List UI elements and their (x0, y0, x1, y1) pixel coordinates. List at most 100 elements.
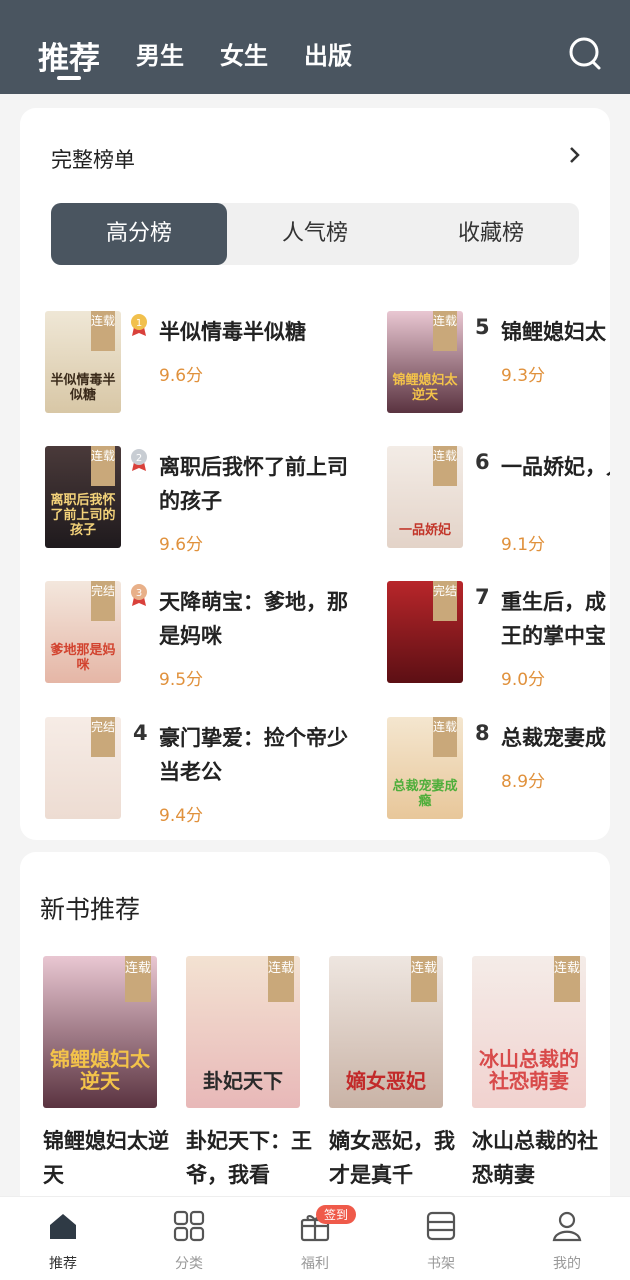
status-tag: 连载 (433, 446, 457, 486)
new-books-card: 新书推荐 锦鲤媳妇太逆天 连载 锦鲤媳妇太逆天 卦妃天下 连载 卦妃天下：王爷，… (20, 852, 610, 1212)
tab-publish[interactable]: 出版 (304, 36, 352, 71)
nav-label: 书架 (427, 1256, 455, 1272)
book-score: 9.1分 (501, 535, 546, 555)
status-tag: 连载 (411, 956, 437, 1002)
status-tag: 连载 (554, 956, 580, 1002)
book-title: 重生后，成王的掌中宝 (501, 590, 606, 648)
book-score: 9.0分 (501, 670, 546, 690)
cover-title: 爹地那是妈咪 (50, 643, 116, 673)
rank-number: 5 (475, 315, 490, 339)
book-title: 冰山总裁的社恐萌妻 (472, 1129, 598, 1187)
segment-popular[interactable]: 人气榜 (227, 203, 403, 265)
ranking-card: 完整榜单 高分榜 人气榜 收藏榜 半似情毒半似糖 连载 1 半似情毒半似糖 9.… (20, 108, 610, 840)
book-title: 卦妃天下：王爷，我看 (186, 1129, 312, 1187)
nav-category[interactable]: 分类 (126, 1197, 252, 1280)
grid-icon (173, 1210, 205, 1242)
book-cover: 总裁宠妻成瘾 连载 (387, 717, 463, 819)
new-book-item[interactable]: 冰山总裁的社恐萌妻 连载 冰山总裁的社恐萌妻 (472, 956, 598, 1192)
cover-title: 半似情毒半似糖 (50, 373, 116, 403)
user-icon (552, 1211, 582, 1242)
book-title: 一品娇妃，人宠妻忙 (501, 455, 610, 479)
book-cover: 冰山总裁的社恐萌妻 连载 (472, 956, 586, 1108)
rank-number: 8 (475, 721, 490, 745)
nav-label: 福利 (301, 1256, 329, 1272)
book-title: 锦鲤媳妇太逆天 (43, 1129, 169, 1187)
tab-indicator (57, 76, 81, 80)
cover-title: 一品娇妃 (398, 523, 451, 538)
bookshelf-icon (426, 1211, 456, 1241)
svg-text:3: 3 (136, 588, 142, 599)
book-cover: 嫡女恶妃 连载 (329, 956, 443, 1108)
status-tag: 连载 (433, 717, 457, 757)
ranking-item[interactable]: 离职后我怀了前上司的孩子 连载 2 离职后我怀了前上司的孩子 9.6分 (45, 446, 348, 556)
segment-high-score[interactable]: 高分榜 (51, 203, 227, 265)
book-score: 9.3分 (501, 366, 546, 386)
book-cover: 一品娇妃 连载 (387, 446, 463, 548)
new-book-item[interactable]: 锦鲤媳妇太逆天 连载 锦鲤媳妇太逆天 (43, 956, 169, 1192)
new-book-item[interactable]: 卦妃天下 连载 卦妃天下：王爷，我看 (186, 956, 312, 1192)
book-cover: 离职后我怀了前上司的孩子 连载 (45, 446, 121, 548)
tab-recommend[interactable]: 推荐 (38, 33, 100, 78)
status-tag: 完结 (433, 581, 457, 621)
book-title: 离职后我怀了前上司的孩子 (159, 455, 348, 513)
top-bar: 推荐 男生 女生 出版 (0, 0, 630, 94)
book-cover: 完结 (387, 581, 463, 683)
ranking-item[interactable]: 总裁宠妻成瘾 连载 8 总裁宠妻成 8.9分 (387, 717, 610, 827)
status-tag: 连载 (91, 446, 115, 486)
ranking-segment-control: 高分榜 人气榜 收藏榜 (51, 203, 579, 265)
book-title: 嫡女恶妃，我才是真千 (329, 1129, 455, 1187)
nav-label: 分类 (175, 1256, 203, 1272)
cover-title: 离职后我怀了前上司的孩子 (50, 493, 116, 538)
chevron-right-icon[interactable] (568, 144, 582, 166)
ranking-item[interactable]: 完结 4 豪门挚爱：捡个帝少当老公 9.4分 (45, 717, 348, 827)
full-ranking-link[interactable]: 完整榜单 (51, 144, 135, 174)
status-tag: 连载 (125, 956, 151, 1002)
cover-title: 锦鲤媳妇太逆天 (50, 1047, 150, 1093)
book-cover: 完结 (45, 717, 121, 819)
book-score: 9.6分 (159, 366, 204, 386)
book-title: 锦鲤媳妇太 (501, 320, 606, 344)
nav-bookshelf[interactable]: 书架 (378, 1197, 504, 1280)
ranking-item[interactable]: 完结 7 重生后，成王的掌中宝 9.0分 (387, 581, 610, 691)
nav-label: 我的 (553, 1256, 581, 1272)
book-title: 豪门挚爱：捡个帝少当老公 (159, 726, 348, 784)
status-tag: 完结 (91, 581, 115, 621)
status-tag: 连载 (91, 311, 115, 351)
nav-profile[interactable]: 我的 (504, 1197, 630, 1280)
cover-title: 卦妃天下 (203, 1069, 283, 1093)
rank-number: 7 (475, 585, 490, 609)
svg-text:2: 2 (136, 453, 142, 464)
cover-title: 冰山总裁的社恐萌妻 (479, 1047, 579, 1093)
cover-title: 总裁宠妻成瘾 (392, 779, 458, 809)
nav-recommend[interactable]: 推荐 (0, 1197, 126, 1280)
tab-female[interactable]: 女生 (220, 36, 268, 71)
book-score: 9.4分 (159, 806, 204, 826)
cover-title: 嫡女恶妃 (346, 1069, 426, 1093)
book-score: 8.9分 (501, 772, 546, 792)
svg-text:1: 1 (136, 318, 142, 329)
status-tag: 连载 (433, 311, 457, 351)
nav-welfare[interactable]: 签到 福利 (252, 1197, 378, 1280)
tab-male[interactable]: 男生 (136, 36, 184, 71)
rank-number: 4 (133, 721, 148, 745)
ranking-item[interactable]: 一品娇妃 连载 6 一品娇妃，人宠妻忙 9.1分 (387, 446, 610, 556)
ranking-item[interactable]: 爹地那是妈咪 完结 3 天降萌宝：爹地，那是妈咪 9.5分 (45, 581, 348, 691)
book-cover: 锦鲤媳妇太逆天 连载 (387, 311, 463, 413)
status-tag: 完结 (91, 717, 115, 757)
book-score: 9.5分 (159, 670, 204, 690)
search-icon[interactable] (567, 35, 603, 71)
new-book-item[interactable]: 嫡女恶妃 连载 嫡女恶妃，我才是真千 (329, 956, 455, 1192)
ranking-item[interactable]: 锦鲤媳妇太逆天 连载 5 锦鲤媳妇太 9.3分 (387, 311, 610, 421)
book-cover: 爹地那是妈咪 完结 (45, 581, 121, 683)
segment-favorites[interactable]: 收藏榜 (403, 203, 579, 265)
ranking-item[interactable]: 半似情毒半似糖 连载 1 半似情毒半似糖 9.6分 (45, 311, 335, 421)
book-score: 9.6分 (159, 535, 204, 555)
rank-number: 6 (475, 450, 490, 474)
book-title: 半似情毒半似糖 (159, 320, 306, 344)
home-icon (50, 1214, 76, 1239)
book-cover: 半似情毒半似糖 连载 (45, 311, 121, 413)
nav-label: 推荐 (49, 1256, 77, 1272)
section-title: 新书推荐 (40, 895, 141, 924)
cover-title: 锦鲤媳妇太逆天 (392, 373, 458, 403)
sign-in-badge: 签到 (316, 1205, 357, 1224)
